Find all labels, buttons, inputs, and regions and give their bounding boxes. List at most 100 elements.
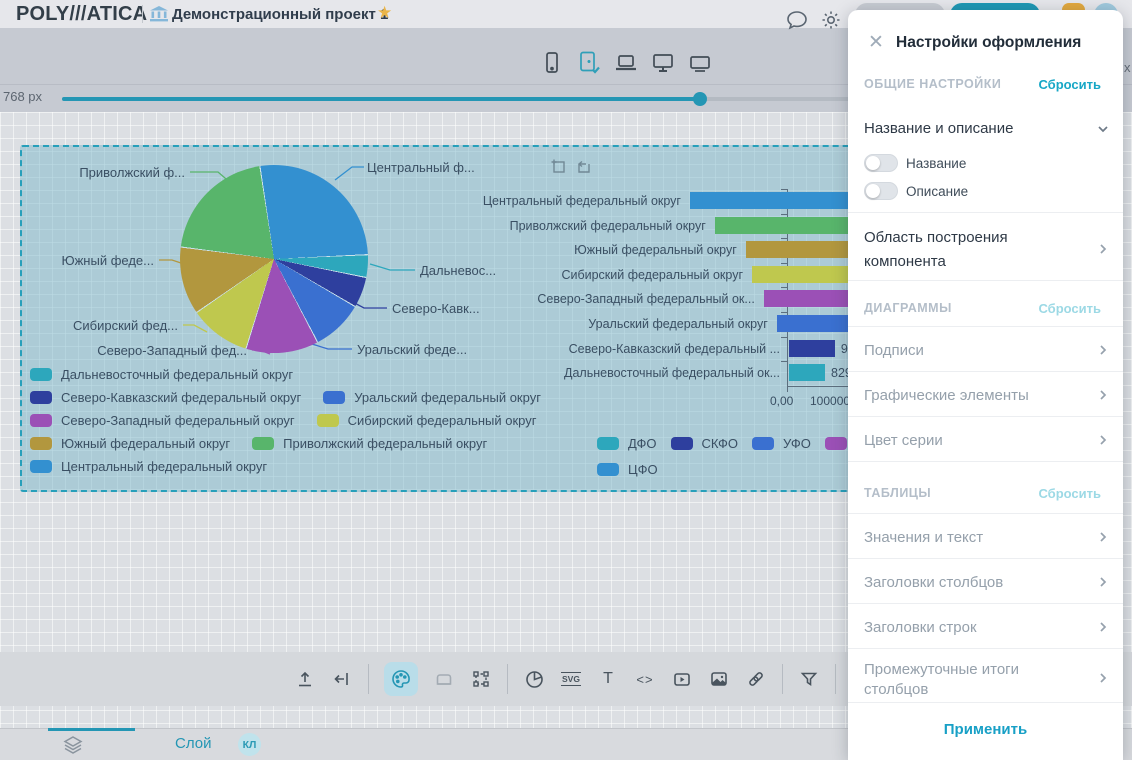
reset-general-button[interactable]: Сбросить xyxy=(1038,77,1101,92)
item-labels[interactable]: Подписи xyxy=(864,342,924,359)
reset-diagrams-button[interactable]: Сбросить xyxy=(1038,301,1101,316)
legend-item: Южный федеральный округ xyxy=(30,436,230,451)
pie-callout-label: Уральский феде... xyxy=(357,342,467,357)
width-slider-fill xyxy=(62,97,700,101)
apply-button[interactable]: Применить xyxy=(848,720,1123,739)
device-monitor-icon[interactable] xyxy=(650,50,676,76)
pie-callout-label: Южный феде... xyxy=(61,253,154,268)
tab-layer[interactable]: Слой xyxy=(175,735,211,752)
chevron-right-icon[interactable] xyxy=(1097,243,1109,255)
selected-component[interactable]: Центральный ф... Дальневос... Северо-Кав… xyxy=(20,145,874,492)
divider xyxy=(507,664,508,694)
duplicate-icon[interactable] xyxy=(550,158,567,175)
x-tick-label: 0,00 xyxy=(770,394,793,408)
legend-swatch xyxy=(252,437,274,450)
layers-icon[interactable] xyxy=(62,734,84,756)
app-logo[interactable]: POLY///ATICA xyxy=(16,3,147,26)
bar-row: Уральский федеральный округ xyxy=(452,314,882,333)
transform-icon[interactable] xyxy=(470,668,492,690)
bar xyxy=(789,364,825,381)
legend-swatch xyxy=(30,391,52,404)
legend-swatch xyxy=(752,437,774,450)
reset-tables-button[interactable]: Сбросить xyxy=(1038,486,1101,501)
item-name-description[interactable]: Название и описание xyxy=(864,120,1013,137)
chevron-right-icon[interactable] xyxy=(1097,389,1109,401)
legend-swatch xyxy=(30,414,52,427)
legend-swatch xyxy=(671,437,693,450)
item-column-headers[interactable]: Заголовки столбцов xyxy=(864,574,1003,591)
legend-item: Дальневосточный федеральный округ xyxy=(30,367,293,382)
toggle-title[interactable] xyxy=(864,154,898,172)
chevron-right-icon[interactable] xyxy=(1097,434,1109,446)
item-values-text[interactable]: Значения и текст xyxy=(864,529,983,546)
item-build-area[interactable]: Область построения компонента xyxy=(864,226,1069,274)
collapse-left-icon[interactable] xyxy=(331,668,353,690)
device-laptop-icon[interactable] xyxy=(613,50,639,76)
pie-legend-row: Центральный федеральный округ xyxy=(30,458,590,474)
legend-item: Сибирский федеральный округ xyxy=(317,413,537,428)
video-icon[interactable] xyxy=(671,668,693,690)
legend-item: СКФО xyxy=(671,436,739,451)
reset-frame-icon[interactable] xyxy=(575,158,592,175)
clipped-px-label: x xyxy=(1124,60,1131,75)
chevron-right-icon[interactable] xyxy=(1097,672,1109,684)
chevron-right-icon[interactable] xyxy=(1097,576,1109,588)
legend-swatch xyxy=(30,437,52,450)
close-icon[interactable]: ✕ xyxy=(868,34,884,52)
svg-icon[interactable]: SVG xyxy=(560,668,582,690)
device-phone-icon[interactable] xyxy=(540,50,566,76)
bar-axis-horizontal xyxy=(787,386,851,387)
image-icon[interactable] xyxy=(708,668,730,690)
star-icon[interactable]: ★ xyxy=(377,3,392,23)
bar-row: Дальневосточный федеральный ок...829 xyxy=(452,363,882,382)
bar-row: Центральный федеральный округ xyxy=(452,191,882,210)
filter-icon[interactable] xyxy=(798,668,820,690)
upload-icon[interactable] xyxy=(294,668,316,690)
apply-bar: Применить xyxy=(848,702,1123,760)
divider xyxy=(835,664,836,694)
palette-icon[interactable] xyxy=(384,662,418,696)
link-icon[interactable] xyxy=(745,668,767,690)
section-general-label: ОБЩИЕ НАСТРОЙКИ xyxy=(864,77,1001,91)
item-row-headers[interactable]: Заголовки строк xyxy=(864,619,977,636)
pie-legend-row: Северо-Кавказский федеральный округ Урал… xyxy=(30,389,590,405)
legend-swatch xyxy=(30,368,52,381)
legend-swatch xyxy=(30,460,52,473)
width-slider-handle[interactable] xyxy=(693,92,707,106)
chevron-down-icon[interactable] xyxy=(1097,123,1109,135)
legend-item: Приволжский федеральный округ xyxy=(252,436,487,451)
code-icon[interactable]: <> xyxy=(634,668,656,690)
bar-row: Северо-Западный федеральный ок... xyxy=(452,289,882,308)
chevron-right-icon[interactable] xyxy=(1097,344,1109,356)
item-column-subtotals[interactable]: Промежуточные итоги столбцов xyxy=(864,660,1064,698)
project-title: Демонстрационный проект 1 xyxy=(172,6,388,23)
appearance-settings-panel: ✕ Настройки оформления ОБЩИЕ НАСТРОЙКИ С… xyxy=(848,10,1123,759)
chevron-right-icon[interactable] xyxy=(1097,531,1109,543)
device-tv-icon[interactable] xyxy=(687,50,713,76)
gear-icon[interactable] xyxy=(820,9,842,31)
device-tablet-icon[interactable] xyxy=(576,50,602,76)
chat-bubble-icon[interactable] xyxy=(786,10,808,30)
container-icon[interactable] xyxy=(433,668,455,690)
legend-item: Северо-Западный федеральный округ xyxy=(30,413,295,428)
layer-badge: КЛ xyxy=(238,733,261,756)
pie-chart-icon[interactable] xyxy=(523,668,545,690)
chevron-right-icon[interactable] xyxy=(1097,621,1109,633)
item-series-color[interactable]: Цвет серии xyxy=(864,432,943,449)
text-icon[interactable]: T xyxy=(597,668,619,690)
panel-title: Настройки оформления xyxy=(896,34,1081,52)
divider xyxy=(368,664,369,694)
divider xyxy=(142,5,143,23)
item-graphic-elements[interactable]: Графические элементы xyxy=(864,387,1029,404)
pie-callout-label: Северо-Западный фед... xyxy=(97,343,247,358)
width-value-label: 768 px xyxy=(3,89,42,104)
toggle-description[interactable] xyxy=(864,182,898,200)
legend-swatch xyxy=(317,414,339,427)
legend-swatch xyxy=(597,437,619,450)
section-tables-label: ТАБЛИЦЫ xyxy=(864,486,931,500)
bar-row: Приволжский федеральный округ xyxy=(452,216,882,235)
legend-item: Северо-Кавказский федеральный округ xyxy=(30,390,301,405)
bar-row: Северо-Кавказский федеральный ...9 xyxy=(452,339,882,358)
pie-callout-label: Центральный ф... xyxy=(367,160,475,175)
divider xyxy=(782,664,783,694)
